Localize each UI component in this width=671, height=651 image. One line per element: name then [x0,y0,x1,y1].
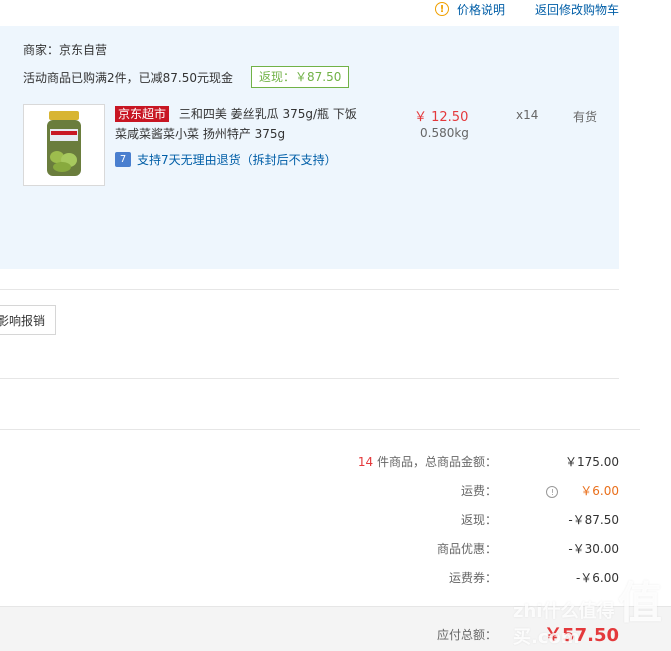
affect-reimbursement-button[interactable]: 影响报销 [0,305,56,335]
product-title-block[interactable]: 京东超市 三和四美 姜丝乳瓜 375g/瓶 下饭菜咸菜酱菜小菜 扬州特产 375… [115,104,365,144]
checkout-page: ! 价格说明 返回修改购物车 商家：京东自营 活动商品已购满2件，已减87.50… [0,0,671,651]
items-total-value: ￥175.00 [565,455,619,469]
payable-total-bar: 应付总额： ￥57.50 [0,606,671,651]
shipping-info-icon[interactable]: ! [546,485,559,498]
cashback-value: -￥87.50 [568,513,619,527]
shipping-coupon-row: 运费券： -￥6.00 [0,568,671,588]
shipping-label: 运费： [460,484,497,498]
divider-3 [0,429,640,430]
promo-line: 活动商品已购满2件，已减87.50元现金 [23,71,233,85]
info-icon: ! [434,2,449,16]
back-to-cart-label: 返回修改购物车 [534,2,619,17]
product-weight: 0.580kg [420,126,469,140]
stock-status: 有货 [573,110,598,124]
discount-value: -￥30.00 [568,542,619,556]
discount-label: 商品优惠： [436,542,497,556]
shipping-coupon-label: 运费券： [448,571,497,585]
payable-value: ￥57.50 [544,625,619,646]
product-price: ￥ 12.50 [414,110,469,125]
return-7day-icon: 7 [115,152,131,167]
rebate-badge: 返现：￥87.50 [251,66,350,88]
item-count: 14 [357,455,374,469]
payable-label: 应付总额： [436,628,497,642]
divider-1 [0,289,619,290]
return-policy: 7 支持7天无理由退货（拆封后不支持） [115,151,337,168]
shipping-coupon-value: -￥6.00 [575,571,619,585]
divider-2 [0,378,619,379]
cashback-row: 返现： -￥87.50 [0,510,671,530]
shipping-value: ￥6.00 [580,484,619,498]
pickle-jar-icon [47,111,81,176]
return-policy-label: 支持7天无理由退货（拆封后不支持） [137,153,337,167]
price-info-link[interactable]: ! 价格说明 [434,1,505,18]
items-total-label: 14 件商品，总商品金额： [358,452,497,472]
product-thumbnail[interactable] [23,104,105,186]
items-total-row: 14 件商品，总商品金额： ￥175.00 [0,452,671,472]
items-total-text: 件商品，总商品金额： [376,455,497,469]
jd-supermarket-tag: 京东超市 [115,106,170,122]
price-info-label: 价格说明 [456,2,505,17]
back-to-cart-link[interactable]: 返回修改购物车 [535,1,619,18]
shipping-row: 运费： ! ￥6.00 [0,481,671,501]
discount-row: 商品优惠： -￥30.00 [0,539,671,559]
seller-label: 商家：京东自营 [23,43,108,57]
product-quantity: x14 [516,108,539,122]
cashback-label: 返现： [460,513,497,527]
order-block: 商家：京东自营 活动商品已购满2件，已减87.50元现金 返现：￥87.50 京… [0,26,619,269]
shipping-value-wrap: ! ￥6.00 [546,481,619,501]
top-links: ! 价格说明 返回修改购物车 [434,0,619,18]
